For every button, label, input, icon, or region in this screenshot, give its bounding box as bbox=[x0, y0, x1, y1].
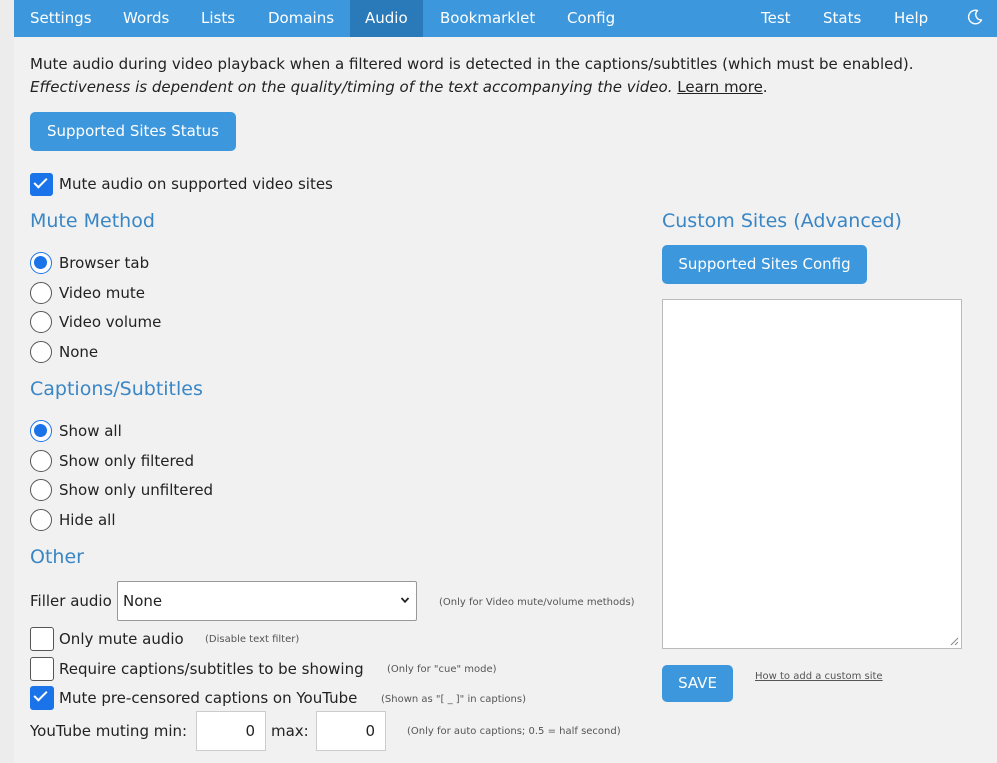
tab-stats[interactable]: Stats bbox=[809, 0, 875, 37]
filler-audio-note: (Only for Video mute/volume methods) bbox=[439, 597, 635, 608]
radio-show-only-unfiltered-label: Show only unfiltered bbox=[59, 481, 214, 499]
mute-audio-checkbox[interactable] bbox=[30, 173, 53, 196]
captions-heading: Captions/Subtitles bbox=[30, 378, 203, 400]
filler-audio-select[interactable]: None bbox=[117, 581, 417, 621]
mute-precensored-checkbox[interactable] bbox=[30, 686, 54, 710]
custom-sites-heading: Custom Sites (Advanced) bbox=[662, 210, 902, 232]
youtube-min-input[interactable]: 0 bbox=[196, 711, 266, 751]
tab-domains[interactable]: Domains bbox=[254, 0, 348, 37]
radio-hide-all[interactable] bbox=[30, 509, 52, 531]
learn-more-link[interactable]: Learn more bbox=[677, 78, 763, 96]
description-period: . bbox=[762, 78, 768, 96]
only-mute-audio-label: Only mute audio bbox=[59, 630, 184, 648]
mute-precensored-note: (Shown as "[ _ ]" in captions) bbox=[381, 694, 526, 705]
tab-settings[interactable]: Settings bbox=[15, 0, 107, 37]
other-heading: Other bbox=[30, 546, 84, 568]
description-italic: Effectiveness is dependent on the qualit… bbox=[30, 78, 673, 96]
radio-video-mute[interactable] bbox=[30, 282, 52, 304]
tab-words[interactable]: Words bbox=[109, 0, 183, 37]
tab-help[interactable]: Help bbox=[880, 0, 942, 37]
chevron-down-icon bbox=[400, 597, 410, 604]
youtube-max-input[interactable]: 0 bbox=[316, 711, 386, 751]
youtube-muting-note: (Only for auto captions; 0.5 = half seco… bbox=[407, 726, 621, 737]
mute-audio-label: Mute audio on supported video sites bbox=[59, 175, 333, 193]
radio-browser-tab-label: Browser tab bbox=[59, 254, 150, 272]
theme-toggle-button[interactable] bbox=[953, 0, 997, 37]
radio-video-volume-label: Video volume bbox=[59, 313, 162, 331]
require-captions-note: (Only for "cue" mode) bbox=[387, 664, 497, 675]
only-mute-audio-checkbox[interactable] bbox=[30, 627, 54, 651]
moon-icon bbox=[967, 8, 983, 24]
radio-none[interactable] bbox=[30, 341, 52, 363]
youtube-max-label: max: bbox=[271, 722, 309, 740]
require-captions-label: Require captions/subtitles to be showing bbox=[59, 660, 364, 678]
window-left-edge bbox=[0, 0, 14, 763]
radio-show-only-filtered[interactable] bbox=[30, 450, 52, 472]
audio-description: Mute audio during video playback when a … bbox=[30, 53, 980, 99]
require-captions-checkbox[interactable] bbox=[30, 657, 54, 681]
radio-hide-all-label: Hide all bbox=[59, 511, 116, 529]
custom-sites-textarea[interactable] bbox=[662, 299, 962, 649]
radio-video-volume[interactable] bbox=[30, 311, 52, 333]
radio-show-all-label: Show all bbox=[59, 422, 122, 440]
save-button[interactable]: SAVE bbox=[662, 665, 733, 702]
radio-browser-tab[interactable] bbox=[30, 252, 52, 274]
only-mute-audio-note: (Disable text filter) bbox=[205, 634, 300, 645]
tab-test[interactable]: Test bbox=[746, 0, 806, 37]
description-line-2: Effectiveness is dependent on the qualit… bbox=[30, 76, 980, 99]
mute-precensored-label: Mute pre-censored captions on YouTube bbox=[59, 689, 358, 707]
tab-config[interactable]: Config bbox=[553, 0, 629, 37]
radio-show-all[interactable] bbox=[30, 420, 52, 442]
radio-show-only-filtered-label: Show only filtered bbox=[59, 452, 195, 470]
filler-audio-label: Filler audio bbox=[30, 592, 112, 610]
mute-method-heading: Mute Method bbox=[30, 210, 155, 232]
top-nav: Settings Words Lists Domains Audio Bookm… bbox=[14, 0, 997, 37]
filler-audio-value: None bbox=[123, 592, 163, 610]
description-line-1: Mute audio during video playback when a … bbox=[30, 55, 914, 73]
tab-bookmarklet[interactable]: Bookmarklet bbox=[426, 0, 549, 37]
youtube-min-label: YouTube muting min: bbox=[30, 722, 188, 740]
radio-none-label: None bbox=[59, 343, 99, 361]
tab-audio[interactable]: Audio bbox=[350, 0, 423, 37]
radio-show-only-unfiltered[interactable] bbox=[30, 479, 52, 501]
radio-video-mute-label: Video mute bbox=[59, 284, 146, 302]
supported-sites-status-button[interactable]: Supported Sites Status bbox=[30, 112, 236, 151]
supported-sites-config-button[interactable]: Supported Sites Config bbox=[662, 245, 867, 284]
custom-site-help-link[interactable]: How to add a custom site bbox=[755, 671, 883, 682]
tab-lists[interactable]: Lists bbox=[187, 0, 249, 37]
resize-grip-icon[interactable] bbox=[950, 637, 959, 646]
